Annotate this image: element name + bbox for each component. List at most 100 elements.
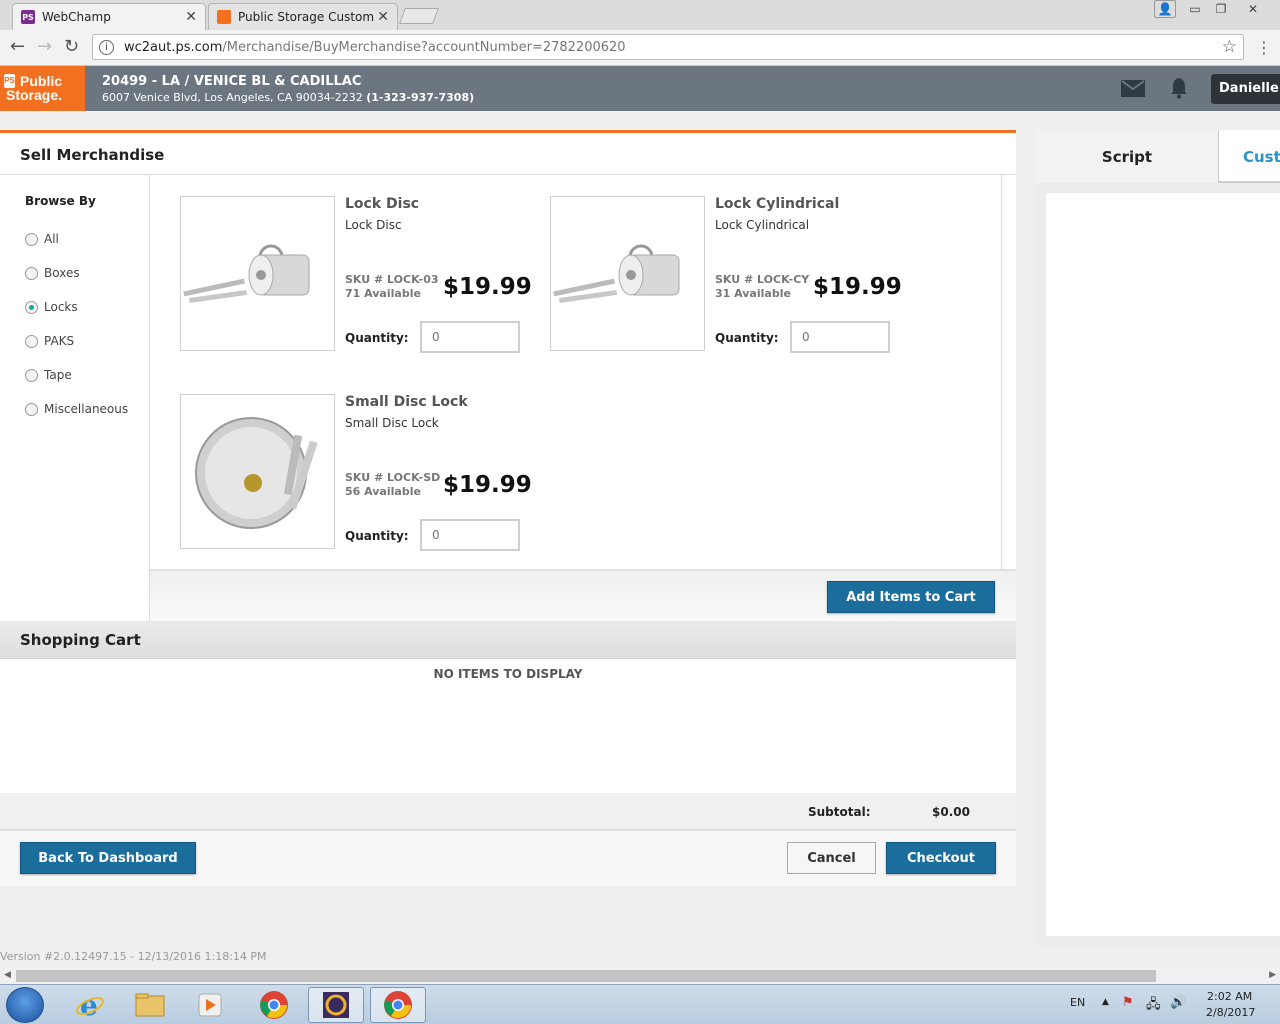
browser-menu-icon[interactable]: ⋮ [1256, 38, 1272, 57]
browser-tab-webchamp[interactable]: PS WebChamp ✕ [12, 3, 206, 30]
restore-icon[interactable]: ❐ [1210, 0, 1232, 18]
reload-icon[interactable]: ↻ [64, 36, 79, 57]
category-label: All [44, 232, 59, 246]
clock-time[interactable]: 2:02 AM [1207, 990, 1252, 1003]
close-tab-icon[interactable]: ✕ [377, 9, 389, 25]
category-label: Boxes [44, 266, 80, 280]
product-name: Small Disc Lock [345, 394, 468, 410]
product-image-small-disc-lock[interactable] [180, 394, 335, 549]
radio-button[interactable] [25, 232, 38, 246]
new-tab-button[interactable] [399, 8, 439, 24]
quantity-label: Quantity: [345, 529, 409, 543]
minimize-icon[interactable]: ▭ [1184, 0, 1206, 18]
category-radio-tape[interactable]: Tape [25, 368, 72, 382]
radio-button[interactable] [25, 334, 38, 348]
windows-taskbar: e EN ▲ ⚑ 🖧 🔊 2:02 AM 2/8/2017 [0, 984, 1280, 1024]
browser-tab-public-storage[interactable]: Public Storage Customer ✕ [208, 3, 398, 30]
action-center-flag-icon[interactable]: ⚑ [1122, 995, 1134, 1010]
category-label: PAKS [44, 334, 75, 348]
product-description: Small Disc Lock [345, 416, 439, 430]
back-to-dashboard-button[interactable]: Back To Dashboard [20, 842, 196, 874]
logo-line1: Public [20, 73, 63, 89]
horizontal-scrollbar[interactable]: ◀ ▶ [0, 968, 1280, 984]
ps-logo-icon: PS [4, 74, 15, 88]
file-explorer-icon[interactable] [122, 987, 178, 1023]
version-info: Version #2.0.12497.15 - 12/13/2016 1:18:… [0, 950, 267, 963]
back-arrow-icon[interactable]: ← [10, 36, 25, 57]
category-radio-all[interactable]: All [25, 232, 59, 246]
language-indicator[interactable]: EN [1070, 996, 1085, 1009]
radio-button[interactable] [25, 266, 38, 280]
footer-actions: Back To Dashboard Cancel Checkout [0, 831, 1016, 886]
quantity-input[interactable] [790, 321, 890, 353]
media-player-icon[interactable] [182, 987, 238, 1023]
add-items-to-cart-button[interactable]: Add Items to Cart [827, 581, 995, 613]
product-price: $19.99 [813, 274, 902, 300]
product-image-lock-cylindrical[interactable] [550, 196, 705, 351]
product-availability: 56 Available [345, 485, 421, 498]
quantity-label: Quantity: [715, 331, 779, 345]
checkout-button[interactable]: Checkout [886, 842, 996, 874]
category-label: Miscellaneous [44, 402, 129, 416]
cancel-button[interactable]: Cancel [787, 842, 876, 874]
product-sku: SKU # LOCK-CY [715, 273, 810, 286]
add-items-bar: Add Items to Cart [150, 569, 1016, 621]
shopping-cart-header: Shopping Cart [0, 621, 1016, 659]
user-menu-button[interactable]: Danielle [1211, 74, 1280, 104]
scrollbar-thumb[interactable] [16, 970, 1156, 982]
scroll-left-arrow-icon[interactable]: ◀ [4, 970, 11, 980]
store-address: 6007 Venice Blvd, Los Angeles, CA 90034-… [102, 91, 363, 104]
category-label: Locks [44, 300, 78, 314]
empty-cart-message: NO ITEMS TO DISPLAY [433, 667, 583, 681]
forward-arrow-icon[interactable]: → [37, 36, 52, 57]
scroll-right-arrow-icon[interactable]: ▶ [1269, 970, 1276, 980]
mail-icon[interactable] [1121, 80, 1145, 97]
category-label: Tape [44, 368, 72, 382]
product-card-lock-disc: Lock Disc Lock Disc SKU # LOCK-03 71 Ava… [180, 196, 540, 356]
bell-icon[interactable] [1170, 77, 1188, 99]
close-window-icon[interactable]: ✕ [1240, 0, 1266, 18]
info-icon[interactable]: i [99, 39, 114, 55]
network-icon[interactable]: 🖧 [1146, 995, 1161, 1017]
radio-button[interactable] [25, 368, 38, 382]
product-image-lock-disc[interactable] [180, 196, 335, 351]
subtotal-bar: Subtotal: $0.00 [0, 793, 1016, 831]
sell-merchandise-panel: Sell Merchandise Browse By All Boxes Loc… [0, 130, 1016, 886]
page-title: Sell Merchandise [20, 146, 165, 164]
product-description: Lock Disc [345, 218, 402, 232]
cylinder-lock-keys-icon [553, 244, 680, 304]
cylinder-lock-keys-icon [183, 244, 310, 304]
internet-explorer-icon[interactable]: e [62, 987, 118, 1023]
store-title: 20499 - LA / VENICE BL & CADILLAC [102, 74, 362, 89]
tab-script[interactable]: Script [1036, 130, 1218, 183]
tab-customer[interactable]: Customer [1218, 130, 1280, 183]
product-card-small-disc-lock: Small Disc Lock Small Disc Lock SKU # LO… [180, 394, 540, 554]
profile-icon[interactable]: 👤 [1154, 0, 1176, 18]
subtotal-value: $0.00 [932, 805, 970, 819]
public-storage-logo[interactable]: PS Public Storage. [0, 66, 85, 111]
category-radio-miscellaneous[interactable]: Miscellaneous [25, 402, 128, 416]
product-name: Lock Cylindrical [715, 196, 840, 212]
show-hidden-icons-icon[interactable]: ▲ [1102, 997, 1109, 1007]
clock-date[interactable]: 2/8/2017 [1206, 1006, 1255, 1019]
chrome-active-icon[interactable] [370, 987, 426, 1023]
url-host: wc2aut.ps.com [124, 39, 223, 55]
windows-start-button[interactable] [6, 987, 44, 1023]
volume-icon[interactable]: 🔊 [1170, 995, 1186, 1010]
product-sku-block: SKU # LOCK-SD 56 Available [345, 471, 440, 499]
quantity-input[interactable] [420, 519, 520, 551]
product-grid: Lock Disc Lock Disc SKU # LOCK-03 71 Ava… [150, 175, 1002, 569]
java-ee-ide-icon[interactable] [308, 987, 364, 1023]
radio-button-selected[interactable] [25, 300, 38, 314]
quantity-input[interactable] [420, 321, 520, 353]
subtotal-label: Subtotal: [808, 805, 871, 819]
bookmark-star-icon[interactable]: ☆ [1222, 37, 1237, 57]
product-sku-block: SKU # LOCK-03 71 Available [345, 273, 439, 301]
category-radio-locks[interactable]: Locks [25, 300, 78, 314]
category-radio-paks[interactable]: PAKS [25, 334, 74, 348]
close-tab-icon[interactable]: ✕ [185, 9, 197, 25]
category-radio-boxes[interactable]: Boxes [25, 266, 80, 280]
radio-button[interactable] [25, 402, 38, 416]
chrome-icon[interactable] [246, 987, 302, 1023]
address-bar[interactable]: i wc2aut.ps.com/Merchandise/BuyMerchandi… [92, 34, 1244, 60]
